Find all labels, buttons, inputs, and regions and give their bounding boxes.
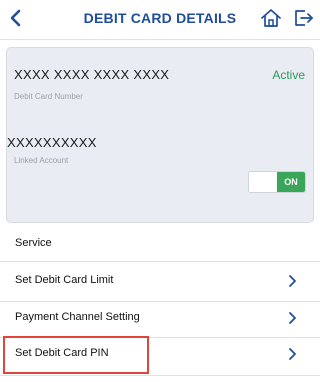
app-header: DEBIT CARD DETAILS [0, 0, 320, 40]
linked-account-label: Linked Account [14, 156, 69, 165]
toggle-on-label: ON [277, 172, 305, 192]
home-button[interactable] [259, 6, 283, 30]
set-debit-card-pin-row[interactable]: Set Debit Card PIN [0, 334, 320, 374]
debit-card-panel: XXXX XXXX XXXX XXXX Active Debit Card Nu… [6, 47, 314, 223]
chevron-left-icon [10, 9, 21, 27]
back-button[interactable] [4, 6, 28, 30]
logout-icon [295, 10, 313, 26]
chevron-right-icon [289, 312, 296, 324]
status-badge: Active [272, 68, 305, 82]
linked-account-number: XXXXXXXXXX [7, 135, 97, 150]
service-section-label: Service [15, 237, 52, 249]
divider [0, 375, 320, 376]
payment-channel-setting-row[interactable]: Payment Channel Setting [0, 298, 320, 338]
logout-button[interactable] [291, 6, 315, 30]
card-status-toggle[interactable]: ON [248, 171, 306, 193]
row-label: Payment Channel Setting [15, 311, 140, 323]
toggle-off-segment [249, 172, 278, 192]
home-icon [261, 9, 281, 27]
card-number: XXXX XXXX XXXX XXXX [14, 67, 170, 82]
set-debit-card-limit-row[interactable]: Set Debit Card Limit [0, 261, 320, 301]
chevron-right-icon [289, 348, 296, 360]
row-label: Set Debit Card PIN [15, 347, 109, 359]
card-number-label: Debit Card Number [14, 92, 83, 101]
chevron-right-icon [289, 275, 296, 287]
row-label: Set Debit Card Limit [15, 274, 114, 286]
